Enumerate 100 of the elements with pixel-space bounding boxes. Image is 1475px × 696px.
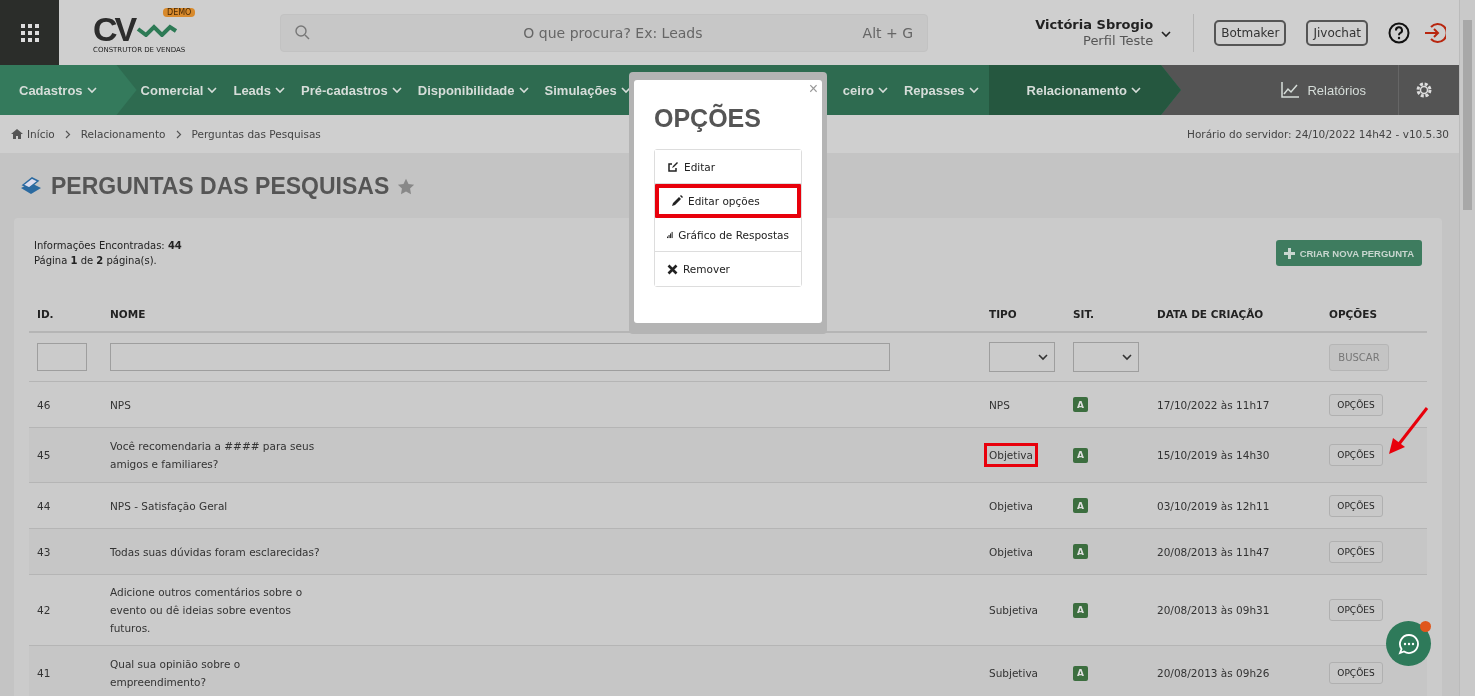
name-filter-field[interactable]: [110, 343, 890, 371]
stack-icon: [19, 175, 43, 197]
chevron-icon: [620, 86, 631, 94]
id-filter-field[interactable]: [37, 343, 87, 371]
table-cell-text: Subjetiva: [988, 603, 1040, 618]
pointer-arrow-icon: [1387, 406, 1429, 456]
chevron-icon: [391, 86, 402, 94]
breadcrumb-link[interactable]: Relacionamento: [80, 128, 166, 140]
nav-menu[interactable]: ceiro: [842, 82, 888, 98]
scrollbar-thumb[interactable]: [1463, 20, 1472, 210]
table-cell-text: Qual sua opinião sobre o empreendimento?: [110, 657, 242, 690]
table-cell-text: 20/08/2013 às 09h31: [1157, 604, 1271, 616]
status-badge: A: [1073, 498, 1088, 513]
nav-menu[interactable]: Disponibilidade: [417, 82, 529, 98]
nav-menu[interactable]: Cadastros: [0, 65, 137, 115]
type-filter-select[interactable]: [989, 342, 1055, 372]
options-button[interactable]: OPÇÕES: [1329, 494, 1383, 517]
star-icon[interactable]: [397, 177, 416, 195]
line-chart-icon: [1281, 82, 1300, 98]
page-count: Página 1 de 2 página(s).: [34, 254, 158, 268]
status-badge: A: [1073, 397, 1088, 412]
options-button[interactable]: OPÇÕES: [1329, 599, 1383, 621]
options-button[interactable]: OPÇÕES: [1329, 540, 1383, 563]
results-count: Informações Encontradas: 44: [34, 239, 182, 253]
options-button[interactable]: OPÇÕES: [1329, 662, 1383, 684]
table-cell-text: 20/08/2013 às 09h26: [1157, 667, 1271, 679]
chevron-icon: [1122, 353, 1132, 361]
pencil-icon: [671, 195, 683, 207]
notification-dot: [1420, 621, 1431, 632]
nav-menu[interactable]: Relacionamento: [988, 65, 1182, 115]
table-cell-text: 15/10/2019 às 14h30: [1157, 449, 1271, 461]
search-icon: [295, 25, 310, 40]
options-button[interactable]: OPÇÕES: [1329, 393, 1383, 416]
user-profile: Perfil Teste: [1083, 32, 1154, 49]
user-name[interactable]: Victória Sbrogio: [1035, 16, 1154, 33]
table-cell-text: 41: [37, 667, 52, 679]
chevron-right-icon: [64, 129, 71, 139]
demo-badge: DEMO: [163, 7, 196, 17]
breadcrumb-link[interactable]: Início: [27, 128, 55, 140]
dialog-title: OPÇÕES: [654, 104, 762, 133]
nav-menu[interactable]: Comercial: [140, 82, 218, 98]
nav-menu[interactable]: Leads: [233, 82, 286, 98]
chevron-icon: [877, 86, 888, 94]
status-badge: A: [1073, 544, 1088, 559]
status-filter-select[interactable]: [1073, 342, 1139, 372]
menu-item[interactable]: Editar opções: [655, 184, 801, 218]
chevron-icon: [275, 86, 286, 94]
table-cell-text: 45: [37, 449, 52, 461]
page-title: PERGUNTAS DAS PESQUISAS: [51, 172, 390, 200]
logo-text: CV: [93, 11, 135, 46]
chevron-icon: [86, 86, 97, 94]
table-cell-text: Objetiva: [988, 544, 1034, 560]
table-cell-text: Subjetiva: [988, 666, 1040, 681]
chevron-icon: [968, 86, 979, 94]
chevron-icon: [1038, 353, 1048, 361]
chat-service-button[interactable]: Botmaker: [1214, 19, 1287, 46]
table-cell-text: 44: [37, 499, 52, 512]
column-header: TIPO: [989, 307, 1018, 320]
status-badge: A: [1073, 665, 1088, 681]
settings-icon[interactable]: [1415, 81, 1433, 99]
chat-bubble-icon: [1397, 632, 1420, 655]
help-icon[interactable]: [1388, 21, 1410, 44]
chat-service-button[interactable]: Jivochat: [1306, 19, 1368, 46]
nav-menu[interactable]: Pré-cadastros: [301, 82, 402, 98]
chevron-icon: [207, 86, 218, 94]
table-cell-text: 43: [37, 545, 52, 558]
column-header: SIT.: [1073, 307, 1096, 320]
table-cell-text: 42: [37, 604, 52, 616]
chevron-icon: [518, 86, 529, 94]
status-badge: A: [1073, 447, 1088, 463]
table-cell-text: NPS - Satisfação Geral: [110, 498, 229, 514]
column-header: DATA DE CRIAÇÃO: [1157, 307, 1265, 320]
status-badge: A: [1073, 602, 1088, 618]
logout-icon[interactable]: [1424, 21, 1446, 44]
table-cell-text: NPS: [110, 397, 132, 413]
search-field[interactable]: O que procura? Ex: Leads Alt + G: [280, 13, 928, 52]
column-header: OPÇÕES: [1329, 307, 1378, 320]
chevron-icon: [1131, 86, 1142, 94]
breadcrumb-link[interactable]: Perguntas das Pesquisas: [191, 128, 321, 140]
menu-item[interactable]: Editar: [655, 150, 801, 184]
chevron-right-icon: [175, 129, 182, 139]
apps-grid-button[interactable]: [0, 0, 59, 65]
server-time: Horário do servidor: 24/10/2022 14h42 - v10.5.30: [1187, 128, 1449, 140]
table-cell-text: Adicione outros comentários sobre o evento ou dê ideias sobre eventos futuros.: [110, 585, 304, 636]
nav-menu[interactable]: Simulações: [544, 82, 631, 98]
plus-icon: [1283, 247, 1295, 259]
table-cell-text: 03/10/2019 às 12h11: [1157, 499, 1271, 512]
reports-link[interactable]: Relatórios: [1275, 81, 1372, 99]
table-cell-text: Você recomendaria a #### para seus amigos e familiares?: [110, 439, 316, 472]
table-cell-text: Todas suas dúvidas foram esclarecidas?: [110, 544, 321, 560]
shortcut-hint: Alt + G: [862, 24, 913, 41]
table-cell-text: 17/10/2022 às 11h17: [1157, 398, 1271, 411]
grid-icon: [19, 22, 40, 43]
highlighted-cell: Objetiva: [984, 443, 1038, 467]
options-button[interactable]: OPÇÕES: [1329, 444, 1383, 466]
close-icon: [667, 263, 678, 275]
nav-menu[interactable]: Repasses: [903, 82, 979, 98]
scrollbar[interactable]: [1459, 0, 1475, 696]
column-header: NOME: [110, 307, 147, 320]
column-header: ID.: [37, 307, 55, 320]
